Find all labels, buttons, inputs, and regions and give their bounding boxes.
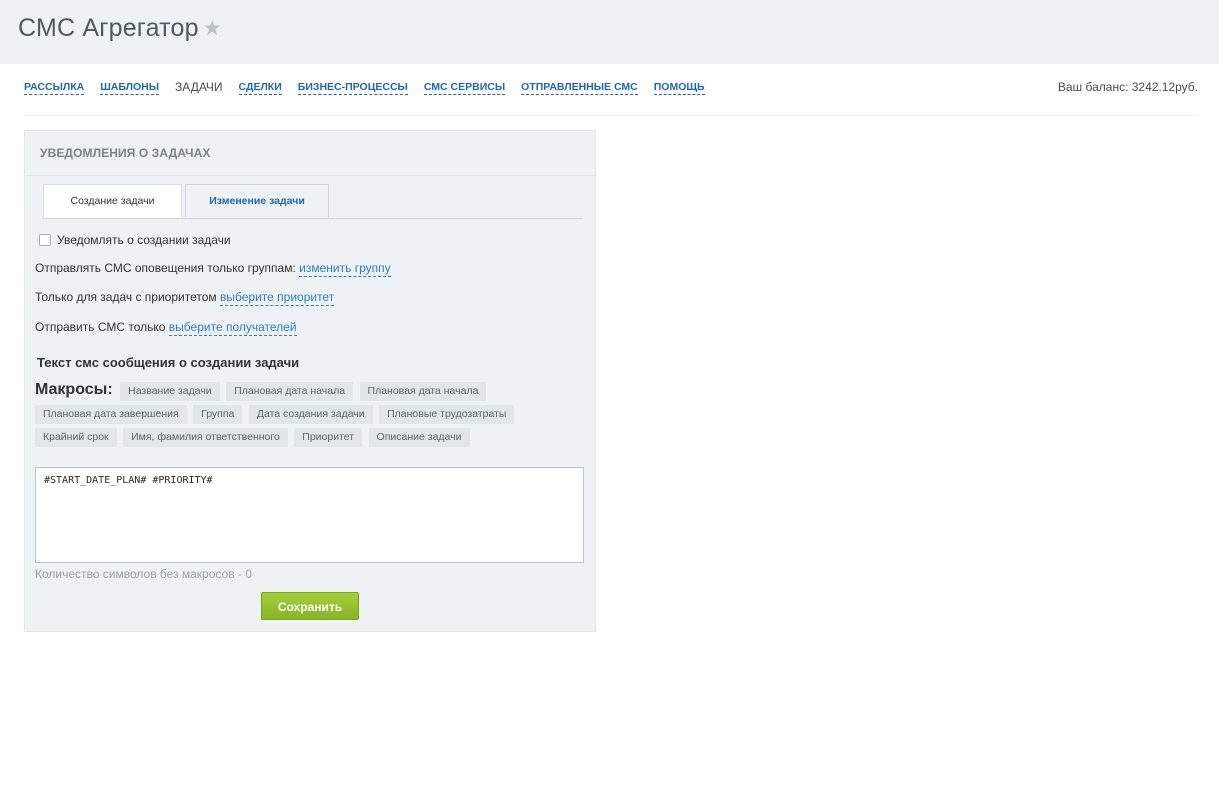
nav-item-business-processes[interactable]: БИЗНЕС-ПРОЦЕССЫ — [297, 81, 408, 95]
change-group-link[interactable]: изменить группу — [299, 261, 391, 277]
sms-text-textarea[interactable]: #START_DATE_PLAN# #PRIORITY# — [35, 467, 584, 563]
sms-text-section-title: Текст смс сообщения о создании задачи — [37, 355, 300, 370]
nav-item-sms-services[interactable]: СМС СЕРВИСЫ — [423, 81, 506, 95]
macro-chip[interactable]: Дата создания задачи — [248, 405, 373, 424]
macros-row-2: Плановая дата завершения Группа Дата соз… — [35, 404, 516, 428]
nav-item-mailing[interactable]: РАССЫЛКА — [24, 81, 85, 95]
balance-label: Ваш баланс: 3242.12руб. — [1057, 80, 1198, 94]
tab-bar: Создание задачи Изменение задачи — [43, 184, 583, 219]
star-icon[interactable]: ★ — [203, 17, 222, 40]
tab-create-task[interactable]: Создание задачи — [43, 184, 182, 218]
page-title: СМС Агрегатор ★ — [18, 14, 222, 43]
notify-on-create-label: Уведомлять о создании задачи — [57, 233, 231, 247]
nav-item-deals[interactable]: СДЕЛКИ — [238, 81, 282, 95]
top-nav: РАССЫЛКА ШАБЛОНЫ ЗАДАЧИ СДЕЛКИ БИЗНЕС-ПР… — [24, 81, 705, 95]
tab-edit-task[interactable]: Изменение задачи — [185, 184, 329, 217]
macros-row-1: Макросы: Название задачи Плановая дата н… — [35, 381, 488, 405]
groups-row: Отправлять СМС оповещения только группам… — [35, 261, 391, 277]
recipients-row: Отправить СМС только выберите получателе… — [35, 320, 297, 336]
title-bar: СМС Агрегатор ★ — [0, 0, 1219, 64]
priority-label: Только для задач с приоритетом — [35, 290, 217, 304]
select-recipients-link[interactable]: выберите получателей — [168, 320, 297, 336]
task-notifications-panel: УВЕДОМЛЕНИЯ О ЗАДАЧАХ Создание задачи Из… — [24, 130, 596, 632]
priority-row: Только для задач с приоритетом выберите … — [35, 290, 335, 306]
macro-chip[interactable]: Имя, фамилия ответственного — [123, 428, 288, 447]
notify-on-create-row: Уведомлять о создании задачи — [35, 233, 231, 247]
page-title-text: СМС Агрегатор — [18, 14, 199, 42]
macro-chip[interactable]: Плановая дата завершения — [35, 405, 187, 424]
macro-chip[interactable]: Приоритет — [294, 428, 363, 447]
macros-label: Макросы: — [35, 381, 113, 398]
macro-chip[interactable]: Крайний срок — [35, 428, 117, 447]
macros-row-3: Крайний срок Имя, фамилия ответственного… — [35, 427, 472, 451]
nav-item-sent-sms[interactable]: ОТПРАВЛЕННЫЕ СМС — [521, 81, 638, 95]
nav-item-help[interactable]: ПОМОЩЬ — [653, 81, 705, 95]
character-counter: Количество символов без макросов - 0 — [35, 567, 252, 581]
page: СМС Агрегатор ★ РАССЫЛКА ШАБЛОНЫ ЗАДАЧИ С… — [0, 0, 1219, 812]
groups-label: Отправлять СМС оповещения только группам… — [35, 261, 296, 275]
content-area: РАССЫЛКА ШАБЛОНЫ ЗАДАЧИ СДЕЛКИ БИЗНЕС-ПР… — [8, 64, 1212, 799]
notify-on-create-checkbox[interactable] — [39, 233, 51, 246]
save-button[interactable]: Сохранить — [261, 592, 359, 620]
panel-title: УВЕДОМЛЕНИЯ О ЗАДАЧАХ — [25, 131, 595, 176]
macro-chip[interactable]: Плановая дата начала — [359, 382, 487, 401]
nav-item-tasks: ЗАДАЧИ — [175, 80, 223, 94]
macro-chip[interactable]: Группа — [193, 405, 243, 424]
macro-chip[interactable]: Описание задачи — [368, 428, 470, 447]
select-priority-link[interactable]: выберите приоритет — [219, 290, 335, 306]
macro-chip[interactable]: Плановая дата начала — [226, 382, 354, 401]
nav-divider — [24, 115, 1199, 116]
macro-chip[interactable]: Плановые трудозатраты — [379, 405, 515, 424]
recipients-label: Отправить СМС только — [35, 320, 166, 334]
macro-chip[interactable]: Название задачи — [120, 382, 220, 401]
nav-item-templates[interactable]: ШАБЛОНЫ — [100, 81, 160, 95]
